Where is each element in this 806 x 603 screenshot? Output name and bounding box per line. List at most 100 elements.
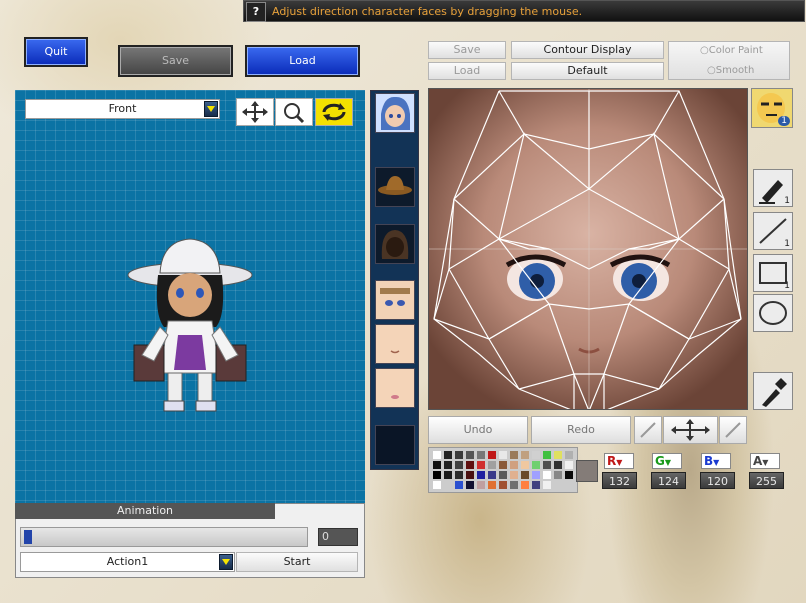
color-swatch[interactable] [565,461,573,469]
color-swatch[interactable] [499,471,507,479]
color-swatch[interactable] [499,451,507,459]
blue-channel-label[interactable]: B▼ [701,453,731,469]
start-button[interactable]: Start [236,552,358,572]
smooth-option[interactable]: ○Smooth [707,65,754,76]
part-thumb-lips[interactable] [375,368,415,408]
default-button[interactable]: Default [511,62,664,80]
color-swatch[interactable] [488,451,496,459]
color-swatch[interactable] [433,451,441,459]
nudge-right-button[interactable] [719,416,747,444]
color-swatch[interactable] [543,481,551,489]
green-value[interactable]: 124 [651,472,686,489]
color-swatch[interactable] [510,451,518,459]
color-swatch[interactable] [455,451,463,459]
color-swatch[interactable] [488,461,496,469]
direction-dropdown[interactable]: Front [25,99,220,119]
character-model[interactable] [120,235,260,420]
red-channel-label[interactable]: R▼ [604,453,634,469]
action-dropdown[interactable]: Action1 [20,552,235,572]
color-swatch[interactable] [510,461,518,469]
pen-tool-button[interactable]: 1 [753,169,793,207]
rotate-button[interactable] [315,98,353,126]
color-swatch[interactable] [488,481,496,489]
color-swatch[interactable] [488,471,496,479]
color-swatch[interactable] [477,461,485,469]
color-swatch[interactable] [521,471,529,479]
color-swatch[interactable] [510,481,518,489]
color-swatch[interactable] [433,471,441,479]
color-swatch[interactable] [543,461,551,469]
contour-display-button[interactable]: Contour Display [511,41,664,59]
green-channel-label[interactable]: G▼ [652,453,682,469]
color-swatch[interactable] [455,471,463,479]
undo-button[interactable]: Undo [428,416,528,444]
color-swatch[interactable] [466,471,474,479]
color-swatch[interactable] [444,481,452,489]
color-swatch[interactable] [554,451,562,459]
part-thumb-hat[interactable] [375,167,415,207]
part-thumb-head[interactable] [375,93,415,133]
color-swatch[interactable] [532,471,540,479]
color-swatch[interactable] [565,451,573,459]
color-swatch[interactable] [554,471,562,479]
rect-tool-button[interactable]: 1 [753,254,793,292]
color-swatch[interactable] [499,461,507,469]
color-paint-option[interactable]: ○Color Paint [700,45,763,56]
eyedropper-tool-button[interactable] [753,372,793,410]
color-swatch[interactable] [521,461,529,469]
color-swatch[interactable] [532,451,540,459]
ellipse-tool-button[interactable] [753,294,793,332]
color-swatch[interactable] [444,471,452,479]
line-tool-button[interactable]: 1 [753,212,793,250]
color-swatch[interactable] [433,461,441,469]
part-thumb-mouth[interactable] [375,324,415,364]
slider-knob[interactable] [24,530,32,544]
color-swatch[interactable] [466,481,474,489]
chevron-down-icon[interactable] [204,101,218,117]
editor-load-button[interactable]: Load [428,62,506,80]
color-swatch[interactable] [466,461,474,469]
save-button[interactable]: Save [118,45,233,77]
part-thumb-empty[interactable] [375,425,415,465]
color-swatch[interactable] [455,481,463,489]
color-swatch[interactable] [532,461,540,469]
color-swatch[interactable] [477,481,485,489]
color-swatch[interactable] [477,471,485,479]
alpha-channel-label[interactable]: A▼ [750,453,780,469]
color-swatch[interactable] [532,481,540,489]
color-swatch[interactable] [521,481,529,489]
color-swatch[interactable] [521,451,529,459]
move-view-button[interactable] [236,98,274,126]
load-button[interactable]: Load [245,45,360,77]
redo-button[interactable]: Redo [531,416,631,444]
blue-value[interactable]: 120 [700,472,735,489]
nudge-left-button[interactable] [634,416,662,444]
alpha-label-text: A [753,454,763,468]
color-swatch[interactable] [477,451,485,459]
color-swatch[interactable] [466,451,474,459]
part-thumb-hair[interactable] [375,224,415,264]
color-swatch[interactable] [444,451,452,459]
color-palette[interactable] [428,447,578,493]
color-swatch[interactable] [433,481,441,489]
animation-slider[interactable] [20,527,308,547]
quit-button[interactable]: Quit [24,37,88,67]
color-swatch[interactable] [543,451,551,459]
alpha-value[interactable]: 255 [749,472,784,489]
move-canvas-button[interactable] [663,416,718,444]
color-swatch[interactable] [455,461,463,469]
face-canvas[interactable] [428,88,748,410]
color-swatch[interactable] [554,461,562,469]
help-icon[interactable]: ? [246,2,266,22]
face-preview-button[interactable]: 1 [751,88,793,128]
zoom-button[interactable] [275,98,313,126]
editor-save-button[interactable]: Save [428,41,506,59]
color-swatch[interactable] [565,471,573,479]
color-swatch[interactable] [444,461,452,469]
chevron-down-icon[interactable] [219,554,233,570]
color-swatch[interactable] [510,471,518,479]
red-value[interactable]: 132 [602,472,637,489]
color-swatch[interactable] [499,481,507,489]
color-swatch[interactable] [543,471,551,479]
part-thumb-eyes[interactable] [375,280,415,320]
